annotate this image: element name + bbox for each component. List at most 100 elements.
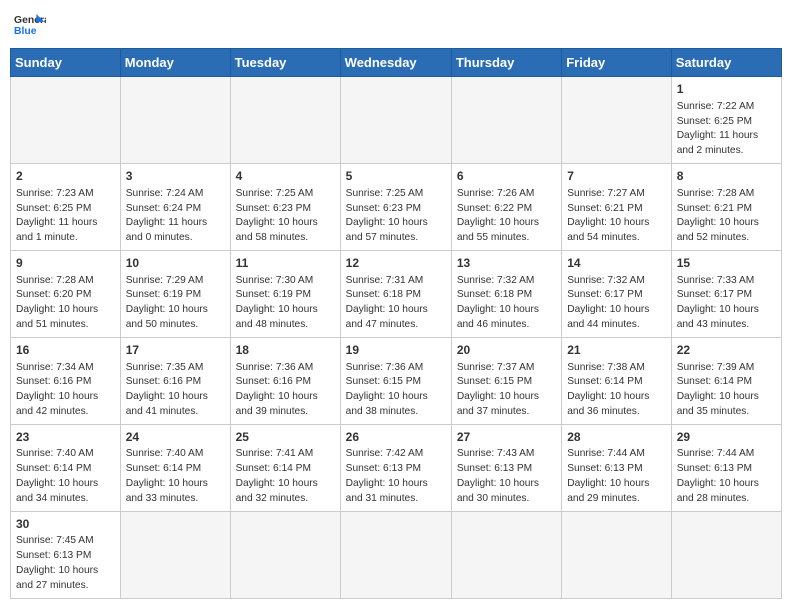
weekday-header-thursday: Thursday [451, 49, 561, 77]
calendar-cell [230, 77, 340, 164]
calendar-cell: 25Sunrise: 7:41 AM Sunset: 6:14 PM Dayli… [230, 424, 340, 511]
weekday-header-sunday: Sunday [11, 49, 121, 77]
day-info: Sunrise: 7:27 AM Sunset: 6:21 PM Dayligh… [567, 187, 665, 246]
day-number: 1 [677, 81, 776, 98]
weekday-header-tuesday: Tuesday [230, 49, 340, 77]
calendar-cell: 3Sunrise: 7:24 AM Sunset: 6:24 PM Daylig… [120, 163, 230, 250]
day-number: 22 [677, 342, 776, 359]
day-info: Sunrise: 7:39 AM Sunset: 6:14 PM Dayligh… [677, 361, 776, 420]
day-info: Sunrise: 7:41 AM Sunset: 6:14 PM Dayligh… [236, 447, 335, 506]
day-number: 5 [346, 168, 446, 185]
calendar-cell: 28Sunrise: 7:44 AM Sunset: 6:13 PM Dayli… [562, 424, 671, 511]
day-number: 10 [126, 255, 225, 272]
day-info: Sunrise: 7:23 AM Sunset: 6:25 PM Dayligh… [16, 187, 115, 246]
calendar-cell [451, 511, 561, 598]
calendar-cell: 12Sunrise: 7:31 AM Sunset: 6:18 PM Dayli… [340, 250, 451, 337]
day-number: 6 [457, 168, 556, 185]
day-info: Sunrise: 7:25 AM Sunset: 6:23 PM Dayligh… [346, 187, 446, 246]
day-info: Sunrise: 7:43 AM Sunset: 6:13 PM Dayligh… [457, 447, 556, 506]
logo: General Blue [14, 10, 46, 42]
calendar-cell: 27Sunrise: 7:43 AM Sunset: 6:13 PM Dayli… [451, 424, 561, 511]
weekday-header-wednesday: Wednesday [340, 49, 451, 77]
day-number: 25 [236, 429, 335, 446]
day-info: Sunrise: 7:32 AM Sunset: 6:18 PM Dayligh… [457, 274, 556, 333]
calendar-cell [562, 511, 671, 598]
calendar-cell: 24Sunrise: 7:40 AM Sunset: 6:14 PM Dayli… [120, 424, 230, 511]
calendar-cell: 4 Sunrise: 7:25 AM Sunset: 6:23 PM Daylig… [230, 163, 340, 250]
day-info: Sunrise: 7:45 AM Sunset: 6:13 PM Dayligh… [16, 534, 115, 593]
day-number: 29 [677, 429, 776, 446]
day-info: Sunrise: 7:26 AM Sunset: 6:22 PM Dayligh… [457, 187, 556, 246]
calendar-cell: 13 Sunrise: 7:32 AM Sunset: 6:18 PM Dayli… [451, 250, 561, 337]
calendar-cell: 5 Sunrise: 7:25 AM Sunset: 6:23 PM Daylig… [340, 163, 451, 250]
day-number: 17 [126, 342, 225, 359]
calendar-cell: 6 Sunrise: 7:26 AM Sunset: 6:22 PM Daylig… [451, 163, 561, 250]
day-info: Sunrise: 7:36 AM Sunset: 6:15 PM Dayligh… [346, 361, 446, 420]
calendar-cell [120, 511, 230, 598]
day-number: 12 [346, 255, 446, 272]
day-info: Sunrise: 7:34 AM Sunset: 6:16 PM Dayligh… [16, 361, 115, 420]
day-info: Sunrise: 7:30 AM Sunset: 6:19 PM Dayligh… [236, 274, 335, 333]
calendar-cell [120, 77, 230, 164]
day-number: 14 [567, 255, 665, 272]
day-info: Sunrise: 7:22 AM Sunset: 6:25 PM Dayligh… [677, 100, 776, 159]
day-number: 8 [677, 168, 776, 185]
calendar-cell: 23Sunrise: 7:40 AM Sunset: 6:14 PM Dayli… [11, 424, 121, 511]
day-number: 9 [16, 255, 115, 272]
day-info: Sunrise: 7:32 AM Sunset: 6:17 PM Dayligh… [567, 274, 665, 333]
calendar-cell: 17 Sunrise: 7:35 AM Sunset: 6:16 PM Dayli… [120, 337, 230, 424]
day-number: 20 [457, 342, 556, 359]
calendar-cell: 1 Sunrise: 7:22 AM Sunset: 6:25 PM Daylig… [671, 77, 781, 164]
calendar-cell [671, 511, 781, 598]
day-info: Sunrise: 7:40 AM Sunset: 6:14 PM Dayligh… [16, 447, 115, 506]
day-info: Sunrise: 7:38 AM Sunset: 6:14 PM Dayligh… [567, 361, 665, 420]
day-number: 7 [567, 168, 665, 185]
calendar-cell: 19 Sunrise: 7:36 AM Sunset: 6:15 PM Dayli… [340, 337, 451, 424]
day-number: 15 [677, 255, 776, 272]
day-info: Sunrise: 7:35 AM Sunset: 6:16 PM Dayligh… [126, 361, 225, 420]
svg-text:Blue: Blue [14, 26, 37, 37]
day-info: Sunrise: 7:36 AM Sunset: 6:16 PM Dayligh… [236, 361, 335, 420]
calendar-cell: 2 Sunrise: 7:23 AM Sunset: 6:25 PM Daylig… [11, 163, 121, 250]
day-info: Sunrise: 7:28 AM Sunset: 6:20 PM Dayligh… [16, 274, 115, 333]
calendar-cell [340, 77, 451, 164]
logo-icon: General Blue [14, 10, 46, 42]
calendar-cell [11, 77, 121, 164]
day-number: 23 [16, 429, 115, 446]
calendar-cell [340, 511, 451, 598]
calendar-cell: 10Sunrise: 7:29 AM Sunset: 6:19 PM Dayli… [120, 250, 230, 337]
calendar-cell [451, 77, 561, 164]
calendar-cell: 20 Sunrise: 7:37 AM Sunset: 6:15 PM Dayli… [451, 337, 561, 424]
day-number: 3 [126, 168, 225, 185]
calendar-cell: 15 Sunrise: 7:33 AM Sunset: 6:17 PM Dayli… [671, 250, 781, 337]
calendar-cell: 26Sunrise: 7:42 AM Sunset: 6:13 PM Dayli… [340, 424, 451, 511]
day-number: 21 [567, 342, 665, 359]
day-info: Sunrise: 7:33 AM Sunset: 6:17 PM Dayligh… [677, 274, 776, 333]
day-info: Sunrise: 7:44 AM Sunset: 6:13 PM Dayligh… [677, 447, 776, 506]
day-number: 30 [16, 516, 115, 533]
calendar-cell: 9 Sunrise: 7:28 AM Sunset: 6:20 PM Daylig… [11, 250, 121, 337]
day-number: 26 [346, 429, 446, 446]
day-number: 28 [567, 429, 665, 446]
day-number: 13 [457, 255, 556, 272]
calendar-table: SundayMondayTuesdayWednesdayThursdayFrid… [10, 48, 782, 599]
calendar-cell: 14 Sunrise: 7:32 AM Sunset: 6:17 PM Dayli… [562, 250, 671, 337]
day-info: Sunrise: 7:44 AM Sunset: 6:13 PM Dayligh… [567, 447, 665, 506]
weekday-header-saturday: Saturday [671, 49, 781, 77]
day-number: 18 [236, 342, 335, 359]
day-number: 4 [236, 168, 335, 185]
calendar-cell: 11 Sunrise: 7:30 AM Sunset: 6:19 PM Dayli… [230, 250, 340, 337]
day-info: Sunrise: 7:37 AM Sunset: 6:15 PM Dayligh… [457, 361, 556, 420]
day-info: Sunrise: 7:28 AM Sunset: 6:21 PM Dayligh… [677, 187, 776, 246]
day-number: 11 [236, 255, 335, 272]
page-header: General Blue [10, 10, 782, 42]
calendar-cell: 7 Sunrise: 7:27 AM Sunset: 6:21 PM Daylig… [562, 163, 671, 250]
calendar-cell: 29Sunrise: 7:44 AM Sunset: 6:13 PM Dayli… [671, 424, 781, 511]
day-number: 2 [16, 168, 115, 185]
day-number: 27 [457, 429, 556, 446]
day-number: 16 [16, 342, 115, 359]
day-info: Sunrise: 7:25 AM Sunset: 6:23 PM Dayligh… [236, 187, 335, 246]
calendar-cell: 22 Sunrise: 7:39 AM Sunset: 6:14 PM Dayli… [671, 337, 781, 424]
day-number: 24 [126, 429, 225, 446]
day-number: 19 [346, 342, 446, 359]
